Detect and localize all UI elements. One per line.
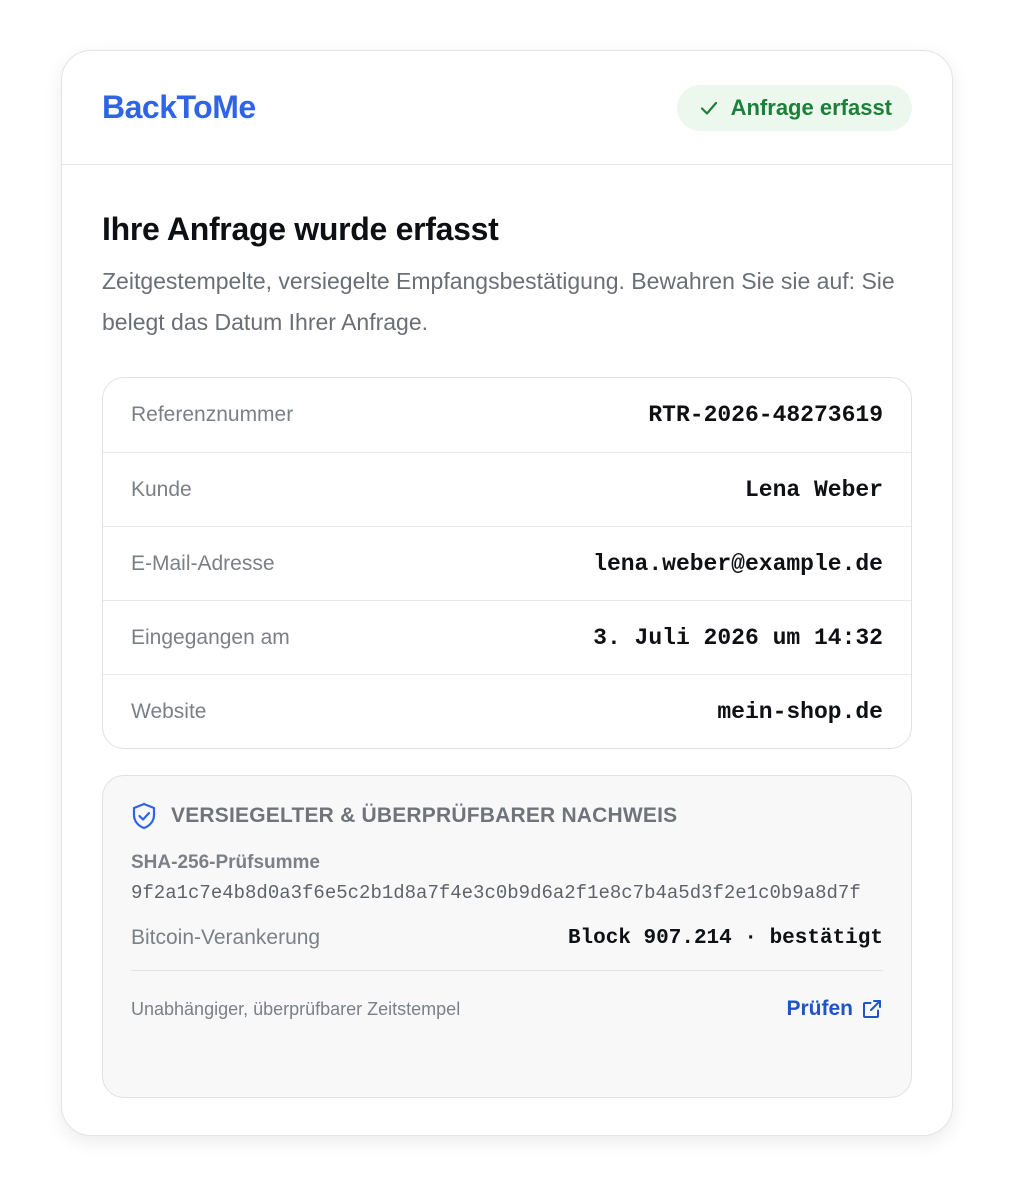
email-address: lena.weber@example.de: [593, 550, 883, 577]
detail-row-reference: Referenznummer RTR-2026-48273619: [103, 378, 911, 452]
page-title: Ihre Anfrage wurde erfasst: [102, 211, 499, 247]
page-subtitle: Zeitgestempelte, versiegelte Empfangsbes…: [102, 268, 895, 335]
details-table: Referenznummer RTR-2026-48273619 Kunde L…: [102, 377, 912, 749]
footer-note: Unabhängiger, überprüfbarer Zeitstempel: [131, 998, 461, 1019]
verify-link[interactable]: Prüfen: [786, 997, 883, 1021]
detail-label: Referenznummer: [131, 403, 294, 426]
receipt-card: BackToMe Anfrage erfasst Ihre Anfrage wu…: [61, 50, 953, 1136]
website: mein-shop.de: [717, 698, 883, 725]
bitcoin-anchor-row: Bitcoin-Verankerung Block 907.214 · best…: [131, 926, 883, 971]
received-date: 3. Juli 2026 um 14:32: [593, 624, 883, 651]
proof-panel: VERSIEGELTER & ÜBERPRÜFBARER NACHWEIS SH…: [102, 775, 912, 1098]
status-badge: Anfrage erfasst: [676, 84, 912, 131]
detail-row-email: E-Mail-Adresse lena.weber@example.de: [103, 526, 911, 600]
proof-heading: VERSIEGELTER & ÜBERPRÜFBARER NACHWEIS: [131, 802, 883, 830]
detail-row-customer: Kunde Lena Weber: [103, 452, 911, 526]
status-badge-label: Anfrage erfasst: [730, 94, 892, 120]
detail-row-received: Eingegangen am 3. Juli 2026 um 14:32: [103, 600, 911, 674]
detail-label: Website: [131, 699, 207, 723]
detail-row-website: Website mein-shop.de: [103, 674, 911, 748]
hash-value: 9f2a1c7e4b8d0a3f6e5c2b1d8a7f4e3c0b9d6a2f…: [131, 882, 861, 904]
proof-heading-label: VERSIEGELTER & ÜBERPRÜFBARER NACHWEIS: [171, 804, 678, 827]
detail-label: Kunde: [131, 477, 192, 501]
card-header: BackToMe Anfrage erfasst: [62, 51, 952, 165]
external-link-icon: [861, 998, 883, 1020]
brand-logo: BackToMe: [102, 89, 256, 125]
detail-label: Eingegangen am: [131, 625, 290, 649]
shield-check-icon: [131, 802, 157, 830]
anchor-label: Bitcoin-Verankerung: [131, 926, 321, 949]
proof-footer: Unabhängiger, überprüfbarer Zeitstempel …: [131, 971, 883, 1047]
reference-number: RTR-2026-48273619: [648, 402, 883, 428]
check-icon: [699, 98, 719, 118]
verify-link-label: Prüfen: [786, 997, 853, 1020]
hash-label: SHA-256-Prüfsumme: [131, 852, 320, 873]
detail-label: E-Mail-Adresse: [131, 551, 275, 575]
customer-name: Lena Weber: [744, 476, 883, 503]
anchor-value: Block 907.214 · bestätigt: [567, 926, 883, 950]
card-content: Ihre Anfrage wurde erfasst Zeitgestempel…: [62, 165, 952, 1098]
